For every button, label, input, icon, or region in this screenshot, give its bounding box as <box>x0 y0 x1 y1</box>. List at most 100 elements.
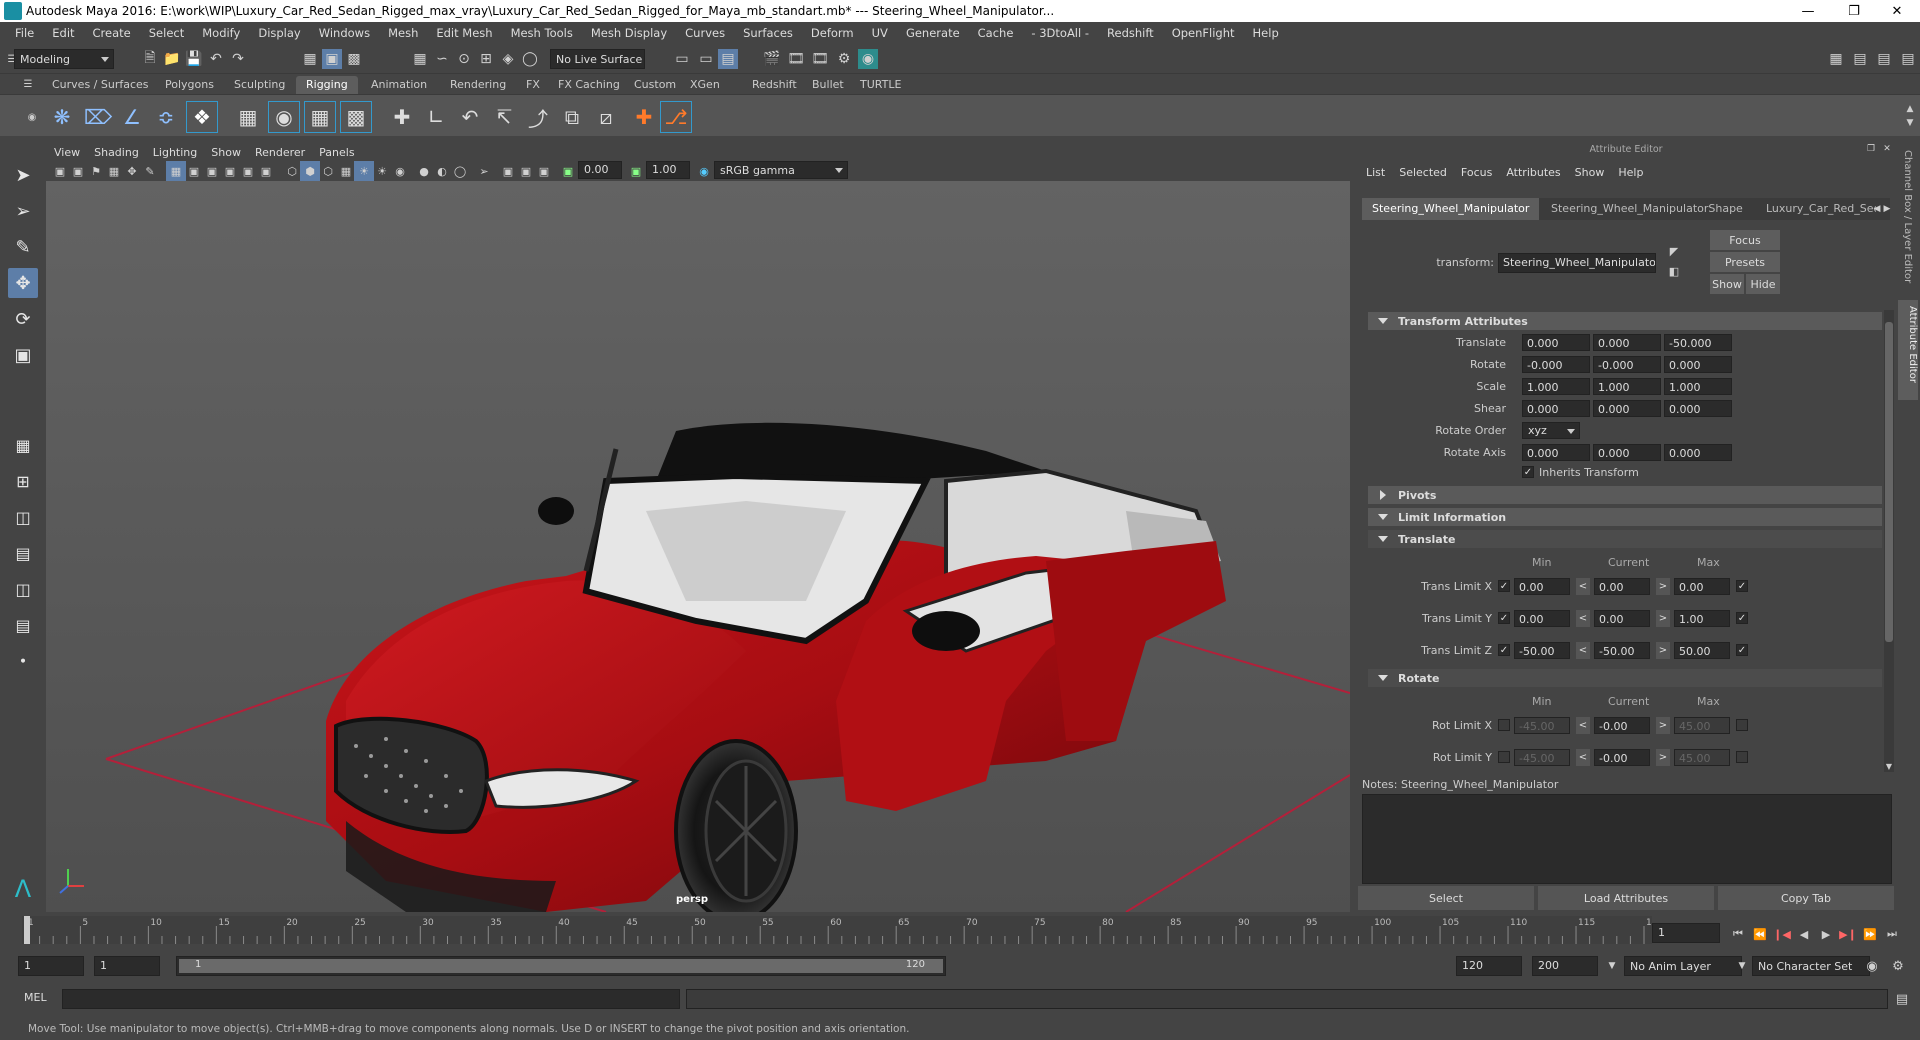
perspective-viewport[interactable]: persp <box>46 181 1350 912</box>
scale-constraint-icon[interactable]: ↸ <box>488 101 520 133</box>
save-scene-icon[interactable]: 💾 <box>184 49 204 69</box>
step-forward-key-icon[interactable]: ⏩ <box>1860 924 1880 944</box>
pole-vector-icon[interactable]: ⧉ <box>556 101 588 133</box>
render-frame-icon[interactable]: 🎞 <box>786 49 806 69</box>
rotate-axis-y-field[interactable]: 0.000 <box>1593 444 1661 461</box>
time-slider[interactable]: 1 5 10 15 20 25 30 35 40 45 50 55 60 65 70 75 80 85 90 95 10… <box>0 912 1920 948</box>
menu-openflight[interactable]: OpenFlight <box>1163 26 1244 40</box>
ae-menu-help[interactable]: Help <box>1618 166 1643 179</box>
shelf-tab-turtle[interactable]: TURTLE <box>850 76 911 94</box>
textured-icon[interactable]: ▦ <box>336 161 356 181</box>
output-ops-icon[interactable]: ▭ <box>696 49 716 69</box>
trans-limit-x-max-field[interactable]: 0.00 <box>1674 578 1730 595</box>
rot-limit-y-current-field[interactable]: -0.00 <box>1594 749 1650 766</box>
motion-blur-icon[interactable]: ● <box>414 161 434 181</box>
set-min-arrow-icon[interactable]: < <box>1576 642 1590 659</box>
parent-constraint-icon[interactable]: ⤴ <box>522 101 554 133</box>
current-frame-field[interactable]: 1 <box>1652 923 1720 943</box>
menu-display[interactable]: Display <box>249 26 309 40</box>
ambient-occlusion-icon[interactable]: ◉ <box>390 161 410 181</box>
field-chart-icon[interactable]: ▣ <box>238 161 258 181</box>
resolution-gate-icon[interactable]: ▣ <box>202 161 222 181</box>
menu-surfaces[interactable]: Surfaces <box>734 26 802 40</box>
select-hierarchy-icon[interactable]: ▦ <box>300 49 320 69</box>
locator-icon[interactable]: ✚ <box>628 101 660 133</box>
set-max-arrow-icon[interactable]: > <box>1656 578 1670 595</box>
snap-view-icon[interactable]: ⊞ <box>476 49 496 69</box>
tab-steering-wheel-manipulator-shape[interactable]: Steering_Wheel_ManipulatorShape <box>1541 198 1753 220</box>
color-management-icon[interactable]: ◉ <box>694 161 714 181</box>
scale-tool-icon[interactable]: ▣ <box>8 340 38 370</box>
range-slider-handle[interactable]: 1 120 <box>179 959 943 973</box>
geometry-constraint-icon[interactable]: ⧄ <box>590 101 622 133</box>
time-track[interactable]: 1 5 10 15 20 25 30 35 40 45 50 55 60 65 70 75 80 85 90 95 10… <box>22 916 1663 944</box>
xray-icon[interactable]: ▣ <box>498 161 518 181</box>
transform-attributes-section[interactable]: Transform Attributes <box>1368 312 1882 330</box>
character-set-dropdown[interactable]: No Character Set <box>1752 956 1870 976</box>
menu-deform[interactable]: Deform <box>802 26 863 40</box>
shear-x-field[interactable]: 0.000 <box>1522 400 1590 417</box>
animation-end-field[interactable]: 200 <box>1532 956 1598 976</box>
play-backward-icon[interactable]: ◀ <box>1794 924 1814 944</box>
ipr-render-icon[interactable]: 🎞 <box>810 49 830 69</box>
xray-joints-icon[interactable]: ▣ <box>516 161 536 181</box>
set-min-arrow-icon[interactable]: < <box>1576 610 1590 627</box>
hypershade-icon[interactable]: ◉ <box>858 49 878 69</box>
menu-mesh[interactable]: Mesh <box>379 26 427 40</box>
point-constraint-icon[interactable]: ✚ <box>386 101 418 133</box>
shelf-scroll-down-icon[interactable]: ▼ <box>1900 113 1920 133</box>
mode-selector[interactable]: Modeling <box>14 49 114 69</box>
rotate-z-field[interactable]: 0.000 <box>1664 356 1732 373</box>
snap-curve-icon[interactable]: ∽ <box>432 49 452 69</box>
lattice-icon[interactable]: ▦ <box>304 101 336 133</box>
go-to-start-icon[interactable]: ⏮ <box>1728 924 1748 944</box>
shelf-tab-fx[interactable]: FX <box>516 76 550 94</box>
bookmark-icon[interactable]: ⚑ <box>86 161 106 181</box>
scale-x-field[interactable]: 1.000 <box>1522 378 1590 395</box>
rotate-y-field[interactable]: -0.000 <box>1593 356 1661 373</box>
exposure-icon[interactable]: ▣ <box>558 161 578 181</box>
gamma-field[interactable]: 1.00 <box>646 161 690 179</box>
step-forward-frame-icon[interactable]: ▶❙ <box>1838 924 1858 944</box>
presets-button[interactable]: Presets <box>1710 252 1780 272</box>
isolate-select-icon[interactable]: ➢ <box>474 161 494 181</box>
grease-pencil-icon[interactable]: ✎ <box>140 161 160 181</box>
step-back-key-icon[interactable]: ⏪ <box>1750 924 1770 944</box>
go-to-output-icon[interactable]: ◧ <box>1666 263 1682 279</box>
scale-z-field[interactable]: 1.000 <box>1664 378 1732 395</box>
shear-z-field[interactable]: 0.000 <box>1664 400 1732 417</box>
new-scene-icon[interactable]: 🗎 <box>140 49 160 69</box>
viewport-menu-shading[interactable]: Shading <box>94 146 139 159</box>
move-tool-icon[interactable]: ✥ <box>8 268 38 298</box>
menu-file[interactable]: File <box>6 26 43 40</box>
shelf-tab-redshift[interactable]: Redshift <box>742 76 807 94</box>
viewport-menu-lighting[interactable]: Lighting <box>153 146 197 159</box>
menu-modify[interactable]: Modify <box>193 26 249 40</box>
pivots-section[interactable]: Pivots <box>1368 486 1882 504</box>
construction-history-icon[interactable]: ▤ <box>718 49 738 69</box>
film-gate-icon[interactable]: ▣ <box>184 161 204 181</box>
play-forward-icon[interactable]: ▶ <box>1816 924 1836 944</box>
hide-button[interactable]: Hide <box>1746 274 1780 294</box>
preferences-icon[interactable]: ⚙ <box>1888 956 1908 976</box>
focus-button[interactable]: Focus <box>1710 230 1780 250</box>
rotate-axis-z-field[interactable]: 0.000 <box>1664 444 1732 461</box>
ik-spline-icon[interactable]: ∠ <box>116 101 148 133</box>
maximize-icon[interactable]: ❐ <box>1831 0 1877 22</box>
chevron-down-icon[interactable]: ▼ <box>1732 956 1752 976</box>
menu-mesh-display[interactable]: Mesh Display <box>582 26 676 40</box>
load-attributes-button[interactable]: Load Attributes <box>1538 886 1714 910</box>
set-max-arrow-icon[interactable]: > <box>1656 610 1670 627</box>
render-settings-icon[interactable]: ⚙ <box>834 49 854 69</box>
ae-menu-list[interactable]: List <box>1366 166 1385 179</box>
smooth-bind-icon[interactable]: ◉ <box>268 101 300 133</box>
shelf-tab-sculpting[interactable]: Sculpting <box>224 76 295 94</box>
set-min-arrow-icon[interactable]: < <box>1576 717 1590 734</box>
menu-edit[interactable]: Edit <box>43 26 83 40</box>
cluster-icon[interactable]: ▩ <box>340 101 372 133</box>
viewport-menu-view[interactable]: View <box>54 146 80 159</box>
rot-limit-x-max-checkbox[interactable] <box>1736 719 1748 731</box>
notes-textarea[interactable] <box>1362 794 1892 884</box>
translate-z-field[interactable]: -50.000 <box>1664 334 1732 351</box>
lasso-tool-icon[interactable]: ➢ <box>8 196 38 226</box>
